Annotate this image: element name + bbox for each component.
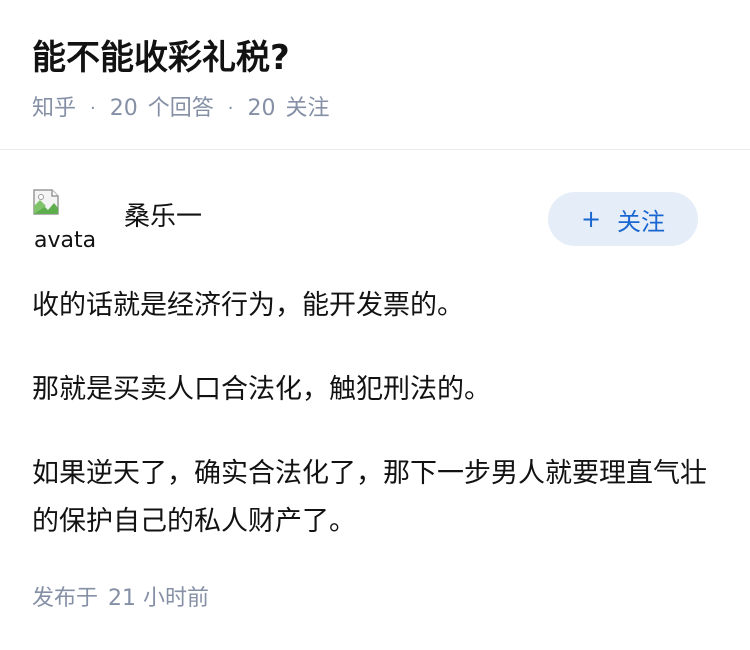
author-name[interactable]: 桑乐一 <box>124 198 202 236</box>
meta-separator: · <box>90 98 96 119</box>
follow-button-label: 关注 <box>617 207 666 236</box>
answer-count: 20 <box>109 96 138 121</box>
avatar-alt-text: avatar <box>34 228 98 252</box>
answer-paragraph: 那就是买卖人口合法化，触犯刑法的。 <box>32 374 491 405</box>
plus-icon: + <box>580 205 602 233</box>
follow-button[interactable]: + 关注 <box>548 192 698 246</box>
avatar[interactable]: avatar <box>32 186 98 252</box>
answer-paragraph: 如果逆天了，确实合法化了，那下一步男人就要理直气壮的保护自己的私人财产了。 <box>32 458 707 537</box>
answer-count-unit: 个回答 <box>147 96 214 121</box>
publish-time-value: 21 小时前 <box>108 586 210 611</box>
broken-image-icon <box>33 189 59 215</box>
publish-time[interactable]: 发布于 21 小时前 <box>32 583 209 615</box>
publish-prefix: 发布于 <box>32 586 99 611</box>
question-header: 能不能收彩礼税? 知乎 · 20 个回答 · 20 关注 <box>0 0 750 150</box>
question-title[interactable]: 能不能收彩礼税? <box>32 34 290 82</box>
answer-paragraph: 收的话就是经济行为，能开发票的。 <box>32 290 464 321</box>
follower-count-unit: 关注 <box>285 96 330 121</box>
answer-content: 收的话就是经济行为，能开发票的。 那就是买卖人口合法化，触犯刑法的。 如果逆天了… <box>32 282 718 546</box>
author-row: avatar 桑乐一 + 关注 <box>32 186 718 252</box>
follower-count: 20 <box>247 96 276 121</box>
meta-separator: · <box>227 98 234 119</box>
question-meta: 知乎 · 20 个回答 · 20 关注 <box>32 93 330 125</box>
source-label[interactable]: 知乎 <box>32 93 76 125</box>
